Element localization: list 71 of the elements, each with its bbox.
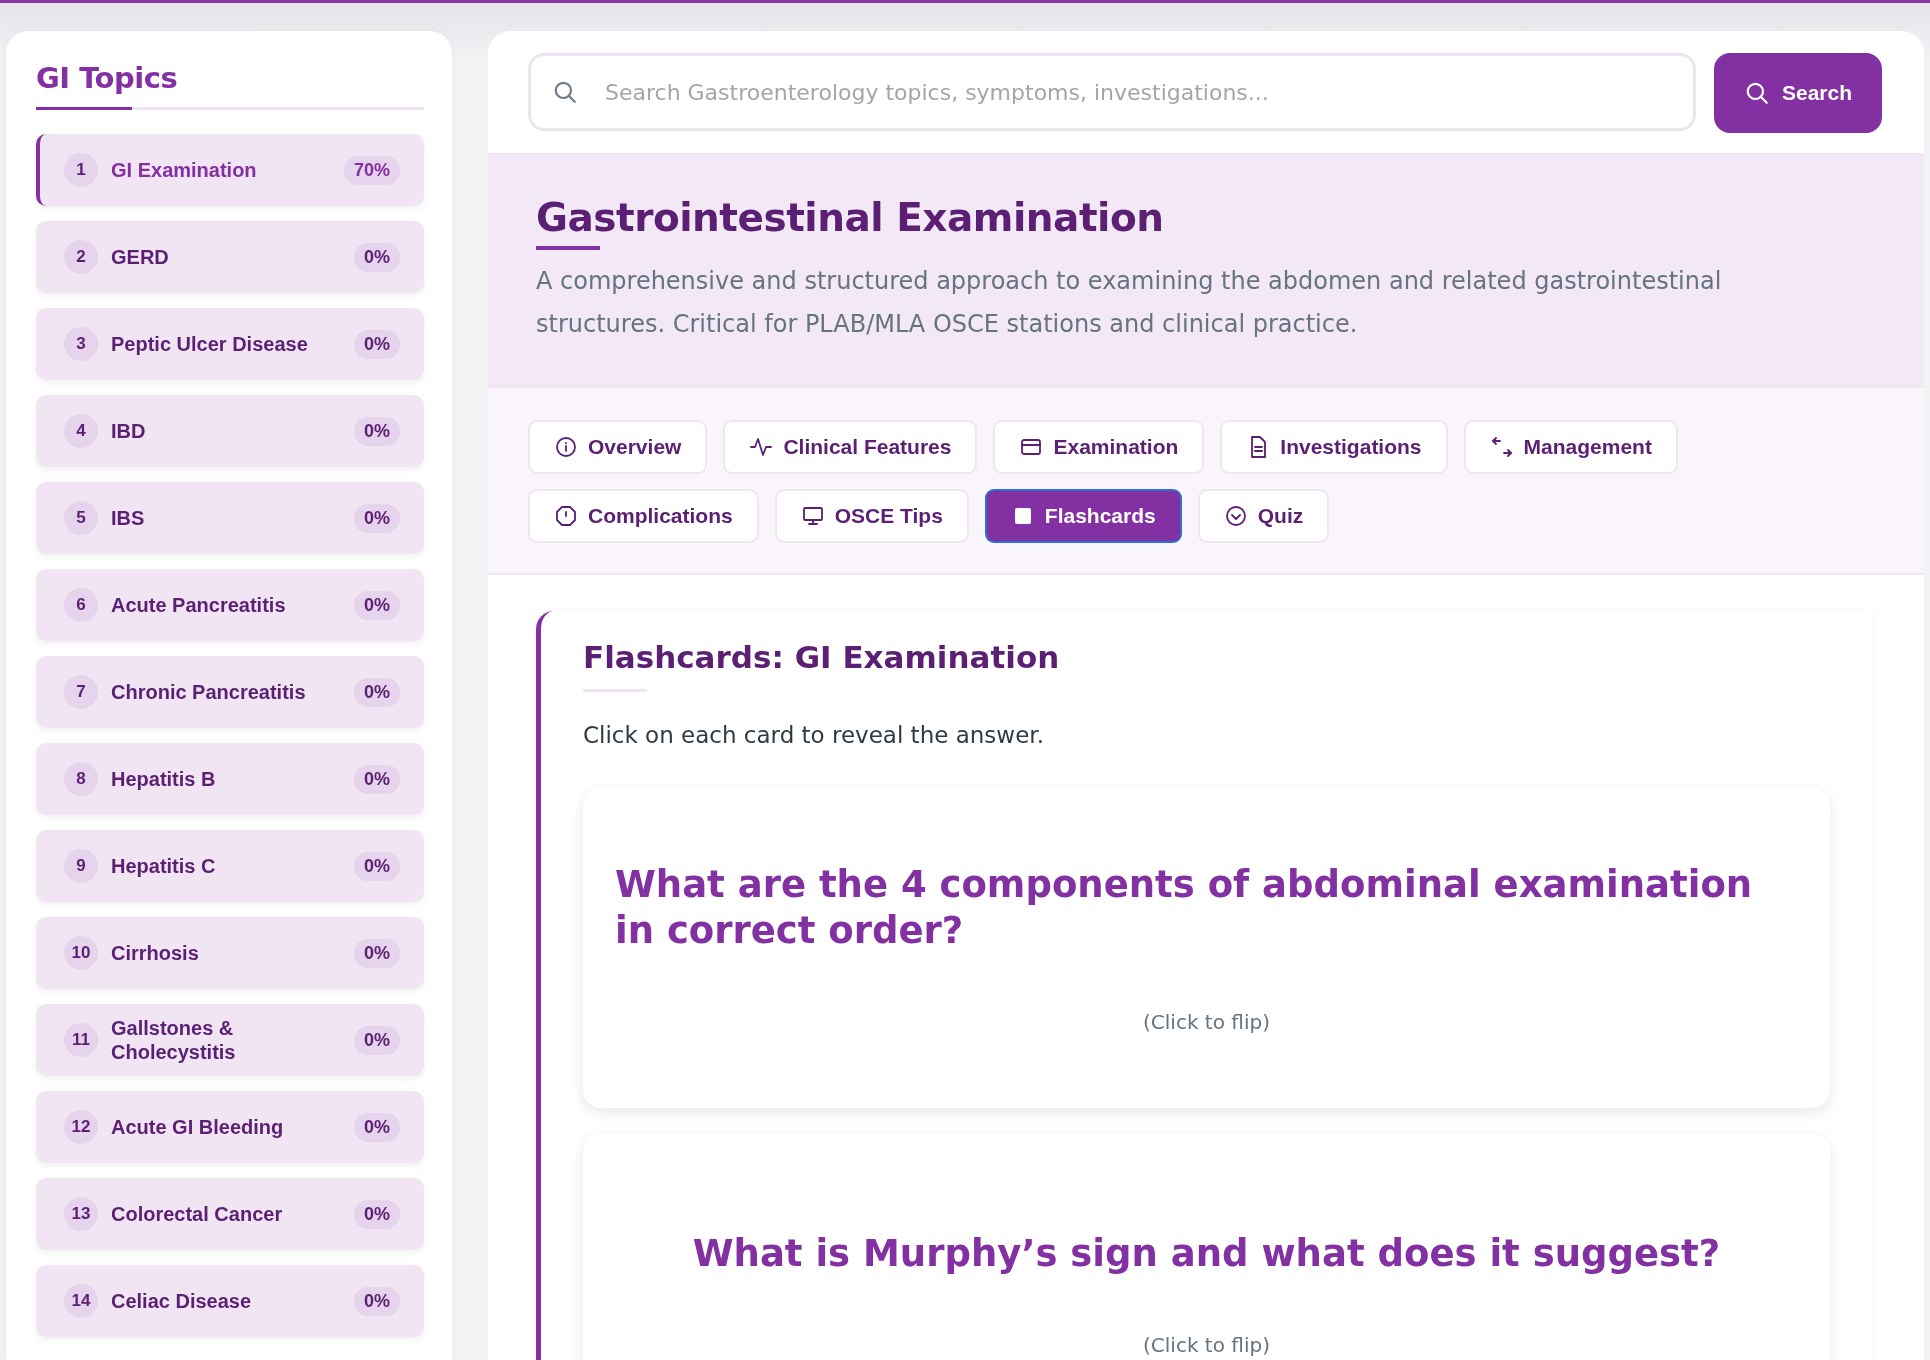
progress-badge: 0% (354, 416, 400, 446)
topic-number: 12 (64, 1110, 98, 1144)
tab[interactable]: OSCE Tips (774, 489, 969, 543)
flashcard[interactable]: What are the 4 components of abdominal examination in correct order? (Click to flip) (583, 788, 1830, 1108)
tab[interactable]: Flashcards (984, 489, 1182, 543)
flashcard-question: What is Murphy’s sign and what does it suggest? (692, 1231, 1721, 1277)
topic-number: 4 (64, 414, 98, 448)
sidebar-item[interactable]: 10 Cirrhosis 0% (36, 917, 424, 989)
topic-number: 10 (64, 936, 98, 970)
flip-hint: (Click to flip) (1143, 1333, 1270, 1357)
topic-number: 11 (64, 1023, 98, 1057)
progress-badge: 0% (354, 764, 400, 794)
topic-number: 9 (64, 849, 98, 883)
topic-number: 2 (64, 240, 98, 274)
topic-number: 5 (64, 501, 98, 535)
flip-hint: (Click to flip) (1143, 1010, 1270, 1034)
flashcard[interactable]: What is Murphy’s sign and what does it suggest? (Click to flip) (583, 1134, 1830, 1360)
pulse-icon (749, 435, 774, 459)
progress-badge: 0% (354, 851, 400, 881)
progress-badge: 0% (354, 242, 400, 272)
progress-badge: 70% (343, 155, 400, 185)
tab[interactable]: Investigations (1220, 420, 1448, 474)
topic-number: 8 (64, 762, 98, 796)
instruction-text: Click on each card to reveal the answer. (583, 722, 1045, 748)
progress-badge: 0% (354, 1199, 400, 1229)
search-field[interactable]: Search Gastroenterology topics, symptoms, investigations... (528, 53, 1696, 131)
sidebar-item[interactable]: 12 Acute GI Bleeding 0% (36, 1091, 424, 1163)
topic-number: 6 (64, 588, 98, 622)
tab[interactable]: Examination (993, 420, 1205, 474)
topic-number: 13 (64, 1197, 98, 1231)
search-icon (552, 79, 578, 105)
tab[interactable]: Complications (528, 489, 759, 543)
tab[interactable]: Clinical Features (723, 420, 978, 474)
sidebar-item[interactable]: 14 Celiac Disease 0% (36, 1265, 424, 1337)
sidebar-title: GI Topics (36, 61, 179, 95)
tab[interactable]: Quiz (1197, 489, 1330, 543)
octagon-icon (554, 504, 578, 528)
progress-badge: 0% (354, 677, 400, 707)
progress-badge: 0% (354, 938, 400, 968)
sidebar-item[interactable]: 4 IBD 0% (36, 395, 424, 467)
progress-badge: 0% (354, 1025, 400, 1055)
tab[interactable]: Overview (528, 420, 708, 474)
topic-number: 1 (64, 153, 98, 187)
arrows-icon (1489, 435, 1514, 459)
topic-number: 7 (64, 675, 98, 709)
sidebar-item[interactable]: 3 Peptic Ulcer Disease 0% (36, 308, 424, 380)
sidebar-item[interactable]: 13 Colorectal Cancer 0% (36, 1178, 424, 1250)
sidebar-item[interactable]: 7 Chronic Pancreatitis 0% (36, 656, 424, 728)
check-circle-icon (1223, 504, 1248, 528)
tab[interactable]: Management (1463, 420, 1678, 474)
page-title: Gastrointestinal Examination (536, 195, 1165, 240)
sidebar-item[interactable]: 9 Hepatitis C 0% (36, 830, 424, 902)
flashcard-question: What are the 4 components of abdominal examination in correct order? (615, 862, 1754, 954)
progress-badge: 0% (354, 1112, 400, 1142)
topic-number: 3 (64, 327, 98, 361)
sidebar-item[interactable]: 6 Acute Pancreatitis 0% (36, 569, 424, 641)
topic-description: A comprehensive and structured approach to examining the abdomen and related gastrointestinal structures. Critical for PLAB/MLA OSCE stations and clinical practice. (536, 266, 1723, 340)
sidebar-item[interactable]: 5 IBS 0% (36, 482, 424, 554)
info-icon (554, 435, 578, 459)
sidebar-item[interactable]: 1 GI Examination 70% (36, 134, 424, 206)
progress-badge: 0% (354, 590, 400, 620)
progress-badge: 0% (354, 329, 400, 359)
search-button[interactable]: Search (1713, 53, 1882, 133)
sidebar-item[interactable]: 2 GERD 0% (36, 221, 424, 293)
monitor-icon (800, 504, 825, 528)
section-title: Flashcards: GI Examination (583, 639, 1061, 675)
progress-badge: 0% (354, 1286, 400, 1316)
progress-badge: 0% (354, 503, 400, 533)
sidebar-item[interactable]: 11 Gallstones & Cholecystitis 0% (36, 1004, 424, 1076)
sidebar-item[interactable]: 8 Hepatitis B 0% (36, 743, 424, 815)
topic-number: 14 (64, 1284, 98, 1318)
